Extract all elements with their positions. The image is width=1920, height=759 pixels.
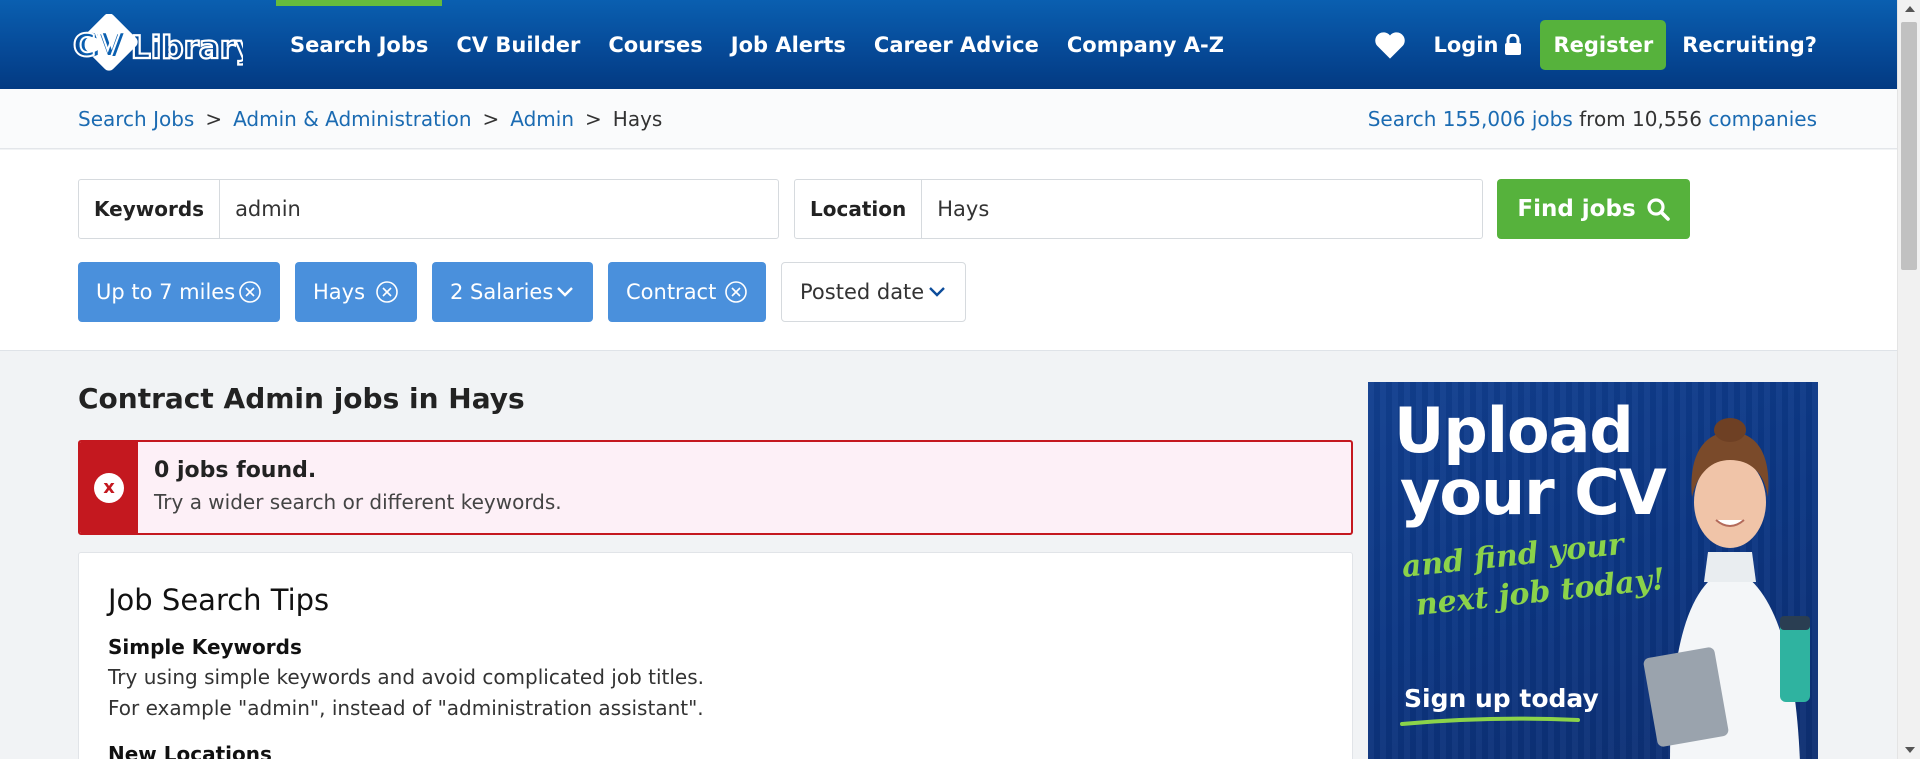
nav-courses[interactable]: Courses (594, 0, 716, 89)
svg-text:Library: Library (131, 30, 243, 66)
ad-headline-line2: your CV (1400, 456, 1667, 529)
location-input[interactable]: Hays (922, 180, 1482, 238)
stats-middle-text: from 10,556 (1579, 107, 1703, 131)
filter-chip-contract[interactable]: Contract (608, 262, 766, 322)
nav-search-jobs[interactable]: Search Jobs (276, 0, 443, 89)
filter-chip-distance[interactable]: Up to 7 miles (78, 262, 280, 322)
scroll-down-arrow-icon[interactable] (1905, 747, 1915, 753)
filter-chip-label: Posted date (800, 280, 925, 304)
breadcrumb-current: Hays (612, 107, 663, 131)
scroll-up-arrow-icon[interactable] (1905, 6, 1915, 12)
tips-title: Job Search Tips (108, 583, 330, 617)
lock-icon (1505, 33, 1522, 55)
filter-chip-location[interactable]: Hays (295, 262, 417, 322)
site-header: CV CV Library Search Jobs CV Builder Cou… (0, 0, 1897, 89)
remove-circle-icon[interactable] (375, 280, 399, 304)
job-stats: Search 155,006 jobs from 10,556 companie… (1368, 89, 1817, 149)
keywords-input[interactable]: admin (220, 180, 778, 238)
find-jobs-label: Find jobs (1517, 196, 1636, 222)
nav-company-a-z[interactable]: Company A-Z (1053, 0, 1238, 89)
tip-heading: Simple Keywords (108, 635, 302, 659)
stats-companies-link[interactable]: companies (1708, 107, 1817, 131)
breadcrumb-separator: > (585, 107, 602, 131)
filter-chip-label: Hays (313, 280, 366, 304)
register-button[interactable]: Register (1540, 19, 1667, 70)
account-nav: Login Register Recruiting? (1373, 0, 1817, 89)
job-search-tips: Job Search Tips Simple Keywords Try usin… (78, 552, 1353, 759)
chevron-down-icon (557, 287, 573, 297)
ad-headline-line1: Upload (1394, 394, 1634, 467)
remove-circle-icon[interactable] (724, 280, 748, 304)
search-panel: Keywords admin Location Hays Find jobs U… (0, 150, 1897, 351)
scrollbar-thumb[interactable] (1901, 22, 1917, 270)
login-link[interactable]: Login (1433, 33, 1522, 57)
breadcrumb-admin[interactable]: Admin (510, 107, 574, 131)
recruiting-link[interactable]: Recruiting? (1682, 33, 1817, 57)
alert-title: 0 jobs found. (154, 458, 317, 483)
tip-text: Try using simple keywords and avoid comp… (108, 665, 705, 689)
breadcrumb-admin-administration[interactable]: Admin & Administration (233, 107, 471, 131)
filter-chip-label: Contract (626, 280, 717, 304)
alert-icon-bar: x (80, 442, 138, 533)
no-results-alert: x 0 jobs found. Try a wider search or di… (78, 440, 1353, 535)
location-label: Location (795, 180, 923, 238)
keywords-label: Keywords (79, 180, 221, 238)
filter-chip-label: 2 Salaries (450, 280, 554, 304)
breadcrumb-separator: > (205, 107, 223, 131)
cv-library-logo[interactable]: CV CV Library (73, 14, 243, 76)
filter-chip-salaries[interactable]: 2 Salaries (432, 262, 593, 322)
remove-circle-icon[interactable] (238, 280, 262, 304)
breadcrumb-separator: > (482, 107, 500, 131)
tip-heading: New Locations (108, 742, 272, 759)
upload-cv-ad[interactable]: Upload your CV and find your next job to… (1368, 382, 1818, 759)
nav-cv-builder[interactable]: CV Builder (442, 0, 594, 89)
alert-message: Try a wider search or different keywords… (154, 490, 562, 514)
login-label: Login (1433, 32, 1499, 57)
svg-text:CV: CV (73, 28, 120, 64)
nav-job-alerts[interactable]: Job Alerts (717, 0, 860, 89)
ad-underline-swoosh (1400, 716, 1580, 726)
nav-career-advice[interactable]: Career Advice (860, 0, 1053, 89)
breadcrumb-bar: Search Jobs > Admin & Administration > A… (0, 89, 1897, 149)
stats-jobs-link[interactable]: 155,006 jobs (1443, 107, 1573, 131)
stats-search-prefix[interactable]: Search (1368, 107, 1437, 131)
filter-posted-date-dropdown[interactable]: Posted date (781, 262, 966, 322)
ad-sign-up-cta[interactable]: Sign up today (1404, 684, 1599, 713)
breadcrumb-search-jobs[interactable]: Search Jobs (78, 107, 194, 131)
tip-text: For example "admin", instead of "adminis… (108, 696, 704, 720)
location-field: Location Hays (794, 179, 1483, 239)
find-jobs-button[interactable]: Find jobs (1497, 179, 1690, 239)
keywords-field: Keywords admin (78, 179, 779, 239)
breadcrumb: Search Jobs > Admin & Administration > A… (78, 89, 662, 149)
error-icon: x (94, 472, 124, 503)
page-scrollbar[interactable] (1897, 0, 1920, 759)
filter-chip-label: Up to 7 miles (96, 280, 236, 304)
main-nav: Search Jobs CV Builder Courses Job Alert… (276, 0, 1238, 89)
heart-icon[interactable] (1373, 30, 1407, 60)
results-heading: Contract Admin jobs in Hays (78, 382, 525, 415)
search-icon (1647, 198, 1670, 221)
chevron-down-icon (929, 287, 945, 297)
